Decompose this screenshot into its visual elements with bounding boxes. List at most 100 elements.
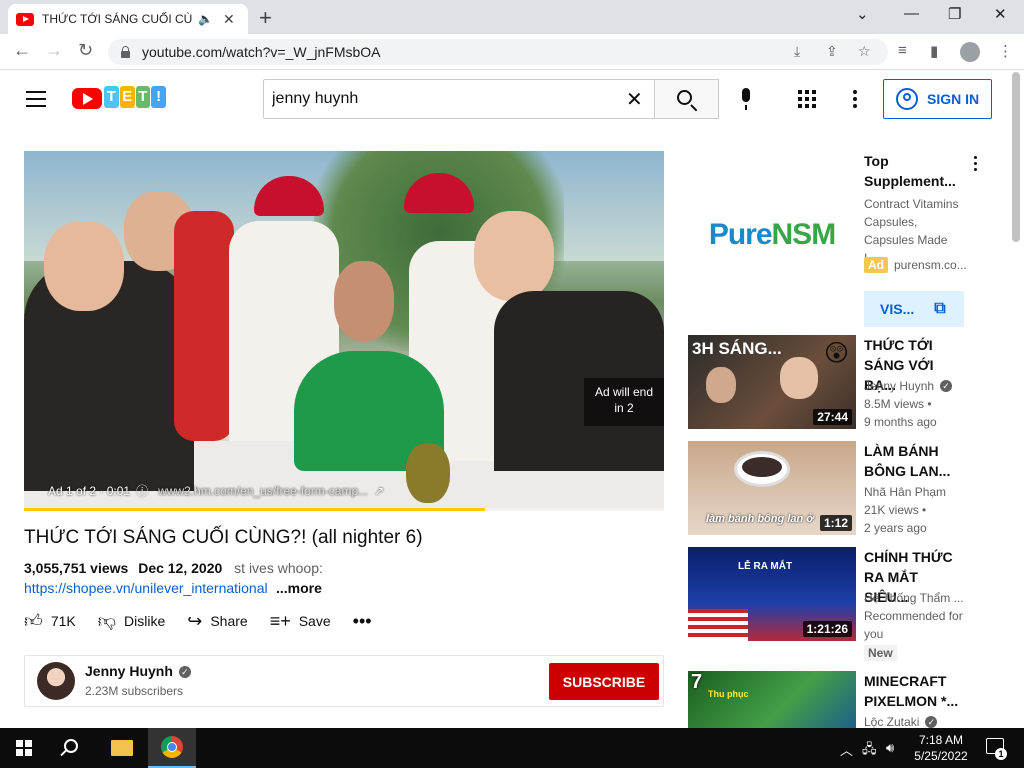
recommendation-channel[interactable]: Jenny Huynh ✓ xyxy=(864,379,964,393)
profile-avatar-icon[interactable] xyxy=(960,42,980,62)
visit-site-button[interactable]: VIS... ⧉ xyxy=(864,291,964,327)
description-link[interactable]: https://shopee.vn/unilever_international xyxy=(24,580,272,596)
recommendation-channel-text[interactable]: Jenny Huynh xyxy=(864,379,934,393)
video-actions: 👍︎ 71K 👎︎ Dislike ↪ Share ≡+ Save ••• xyxy=(24,609,402,633)
ad-info-bar: Ad 1 of 2 · 0:01 ⓘ www2.hm.com/en_us/fre… xyxy=(48,482,390,499)
install-app-icon[interactable]: ⤓ xyxy=(794,43,800,60)
taskbar-search-icon[interactable] xyxy=(64,739,78,753)
forward-arrow-icon[interactable]: → xyxy=(45,40,63,61)
new-badge: New xyxy=(864,645,897,661)
dislike-button[interactable]: 👎︎ Dislike xyxy=(98,610,166,632)
upload-date: Dec 12, 2020 xyxy=(138,560,223,576)
doodle-letter: ! xyxy=(151,86,166,108)
playlist-add-icon: ≡+ xyxy=(269,610,291,631)
save-button[interactable]: ≡+ Save xyxy=(270,611,331,632)
ad-thumbnail[interactable]: PureNSM xyxy=(688,151,856,319)
tab-close-icon[interactable]: ✕ xyxy=(223,11,235,28)
url-text[interactable]: youtube.com/watch?v=_W_jnFMsbOA xyxy=(142,44,381,60)
page-scrollbar[interactable] xyxy=(1012,72,1020,242)
chrome-menu-icon[interactable]: ⋮ xyxy=(998,42,1013,60)
microphone-icon[interactable] xyxy=(738,88,754,112)
tray-chevron-up-icon[interactable]: ︿ xyxy=(840,740,853,759)
description-snippet: st ives whoop: xyxy=(234,560,323,576)
ad-url-link[interactable]: www2.hm.com/en_us/free-form-camp... xyxy=(158,484,368,498)
external-link-icon[interactable]: ↗ xyxy=(374,484,384,498)
tab-search-chevron-icon[interactable]: ⌄ xyxy=(856,5,869,23)
ad-progress-bar[interactable] xyxy=(24,508,664,511)
search-button[interactable] xyxy=(655,79,719,119)
sign-in-button[interactable]: SIGN IN xyxy=(883,79,992,119)
channel-row: Jenny Huynh ✓ 2.23M subscribers SUBSCRIBE xyxy=(24,655,664,707)
recommendation-channel-text[interactable]: Lộc Zutaki xyxy=(864,715,919,729)
reload-icon[interactable]: ↻ xyxy=(78,40,93,61)
visit-label: VIS... xyxy=(880,301,915,317)
hamburger-menu-icon[interactable] xyxy=(26,91,46,107)
youtube-logo-icon[interactable] xyxy=(72,88,102,109)
search-input[interactable] xyxy=(272,90,622,108)
recommendation-age: you xyxy=(864,627,884,641)
channel-avatar[interactable] xyxy=(37,662,75,700)
network-icon[interactable]: 🖧︎ xyxy=(862,740,877,762)
show-more-button[interactable]: ...more xyxy=(276,580,322,596)
more-actions-button[interactable]: ••• xyxy=(353,611,380,632)
side-panel-icon[interactable]: ▮ xyxy=(930,42,938,60)
subscriber-count: 2.23M subscribers xyxy=(85,684,184,698)
verified-check-icon: ✓ xyxy=(940,380,953,392)
browser-titlebar: THỨC TỚI SÁNG CUỐI CÙNG 🔈 ✕ + ⌄ — ❐ ✕ xyxy=(0,0,1024,34)
recommendation-channel[interactable]: Nhã Hân Phạm xyxy=(864,485,964,499)
video-thumbnail[interactable]: LỄ RA MẮT 1:21:26 xyxy=(688,547,856,641)
video-red-suit xyxy=(174,211,234,441)
thumbnail-face-small xyxy=(706,367,736,403)
settings-kebab-icon[interactable] xyxy=(853,90,857,108)
recommendation-item[interactable]: làm bánh bông lan ở 1:12 LÀM BÁNH BÔNG L… xyxy=(688,441,1008,535)
recommendation-channel[interactable]: Lộc Zutaki ✓ xyxy=(864,715,964,729)
recommendation-views: Recommended for xyxy=(864,609,963,623)
more-horizontal-icon: ••• xyxy=(352,610,372,631)
recommendation-title[interactable]: MINECRAFT PIXELMON *... xyxy=(864,671,964,711)
subscribe-button[interactable]: SUBSCRIBE xyxy=(549,663,659,700)
browser-tab[interactable]: THỨC TỚI SÁNG CUỐI CÙNG 🔈 ✕ xyxy=(8,4,248,34)
search-box[interactable] xyxy=(263,79,655,119)
back-arrow-icon[interactable]: ← xyxy=(13,40,31,61)
bookmark-star-icon[interactable]: ☆ xyxy=(858,43,871,60)
speaker-icon[interactable]: 🔈 xyxy=(198,12,213,26)
ad-menu-icon[interactable] xyxy=(974,156,978,172)
verified-check-icon: ✓ xyxy=(178,666,191,678)
video-player[interactable]: Ad will end in 2 Ad 1 of 2 · 0:01 ⓘ www2… xyxy=(24,151,664,511)
new-tab-icon[interactable]: + xyxy=(259,5,272,31)
ad-will-end-text: Ad will end xyxy=(594,385,654,399)
ad-brand-logo: PureNSM xyxy=(709,218,836,252)
clock-time: 7:18 AM xyxy=(918,733,964,747)
recommendation-title[interactable]: LÀM BÁNH BÔNG LAN... xyxy=(864,441,964,481)
media-queue-icon[interactable]: ≡ xyxy=(898,42,907,59)
taskbar-clock[interactable]: 7:18 AM 5/25/2022 xyxy=(908,732,974,764)
taskbar-chrome-button[interactable] xyxy=(148,728,196,768)
minimize-icon[interactable]: — xyxy=(904,5,919,22)
recommendation-channel[interactable]: Hệ Thống Thẩm ... xyxy=(864,591,964,605)
lock-icon[interactable] xyxy=(120,46,130,58)
ad-title[interactable]: Top Supplement... xyxy=(864,151,956,191)
video-thumbnail[interactable]: làm bánh bông lan ở 1:12 xyxy=(688,441,856,535)
youtube-doodle[interactable]: T E T! xyxy=(104,86,166,110)
window-close-icon[interactable]: ✕ xyxy=(994,5,1007,23)
file-explorer-icon[interactable] xyxy=(111,740,133,756)
restore-icon[interactable]: ❐ xyxy=(948,5,961,23)
windows-start-icon[interactable] xyxy=(16,740,32,756)
like-button[interactable]: 👍︎ 71K xyxy=(24,610,76,632)
volume-icon[interactable]: 🔊︎ xyxy=(886,740,894,756)
recommendation-item[interactable]: LỄ RA MẮT 1:21:26 CHÍNH THỨC RA MẮT SIÊU… xyxy=(688,547,1008,661)
omnibox[interactable]: youtube.com/watch?v=_W_jnFMsbOA xyxy=(108,39,888,65)
recommendation-item[interactable]: 3H SÁNG... 😲 27:44 THỨC TỚI SÁNG VỚI BẠ.… xyxy=(688,335,1008,429)
recommendation-views: 21K views • xyxy=(864,503,927,517)
apps-grid-icon[interactable] xyxy=(798,90,816,108)
info-icon[interactable]: ⓘ xyxy=(136,482,148,499)
clear-search-icon[interactable]: ✕ xyxy=(626,87,643,112)
share-button[interactable]: ↪ Share xyxy=(187,611,247,632)
thumbnail-text: 3H SÁNG... xyxy=(692,339,782,358)
share-page-icon[interactable]: ⇪ xyxy=(826,43,838,60)
channel-name[interactable]: Jenny Huynh ✓ xyxy=(85,663,191,679)
thumbnail-caption: làm bánh bông lan ở xyxy=(706,513,814,525)
video-thumbnail[interactable]: 3H SÁNG... 😲 27:44 xyxy=(688,335,856,429)
channel-name-text[interactable]: Jenny Huynh xyxy=(85,663,173,679)
view-count: 3,055,751 views xyxy=(24,560,129,576)
